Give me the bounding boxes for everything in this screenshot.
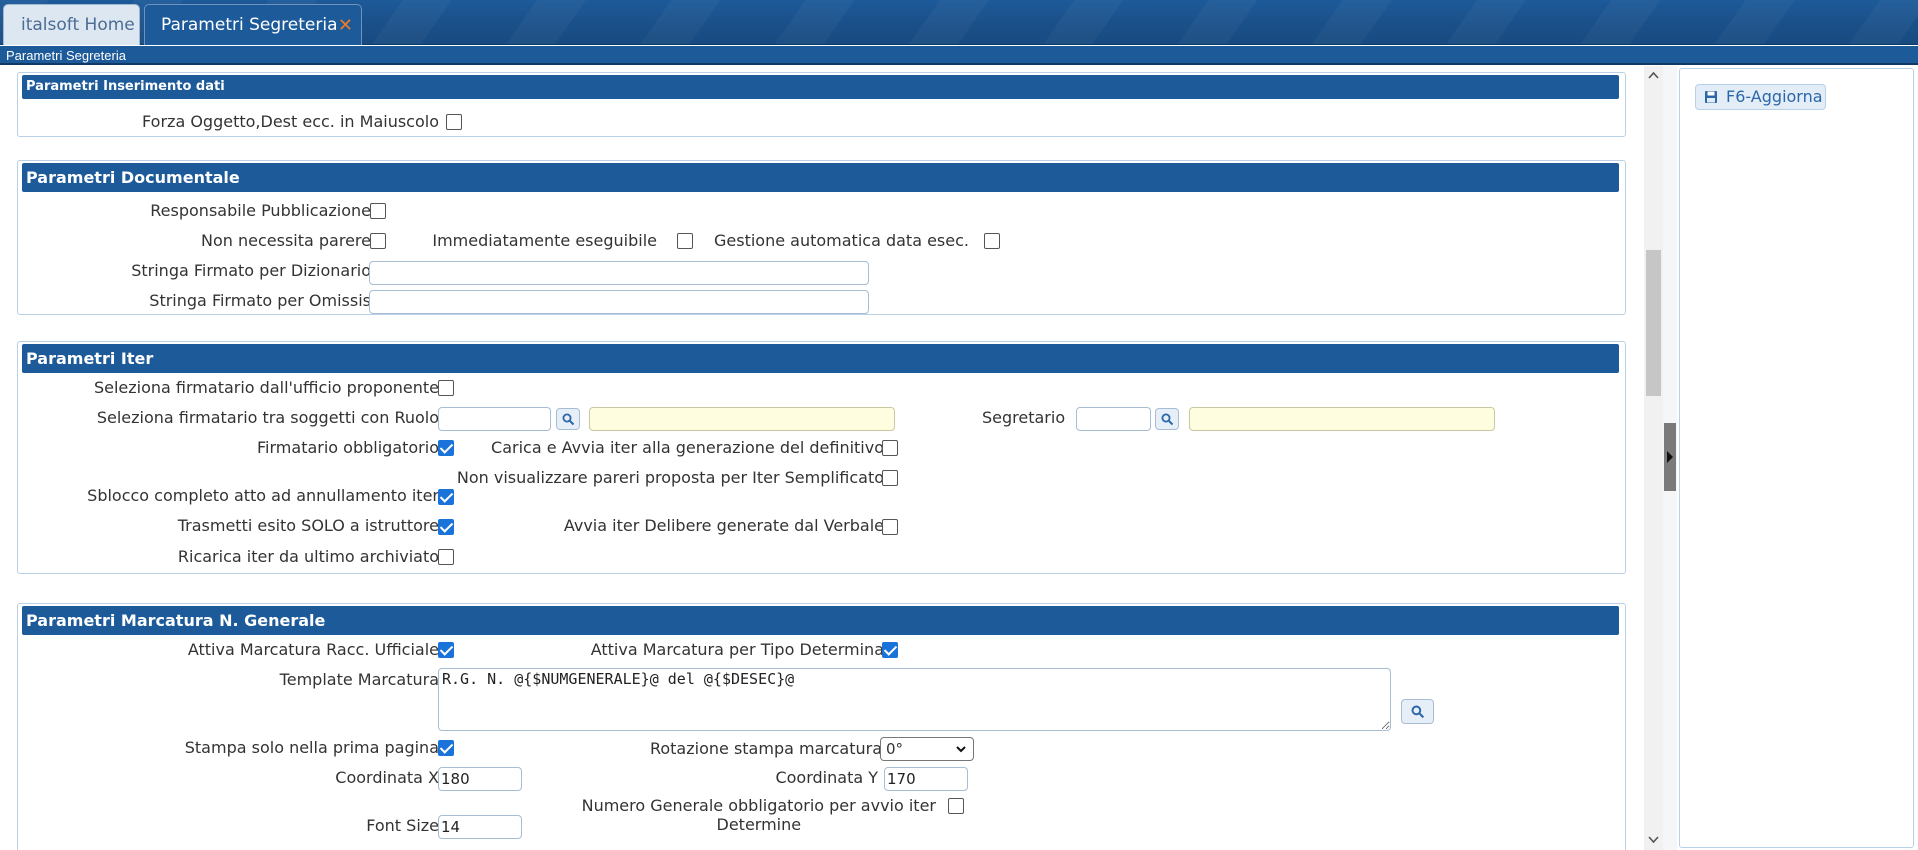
non-parere-label: Non necessita parere: [201, 231, 371, 250]
search-icon: [562, 413, 575, 426]
attiva-racc-checkbox[interactable]: [438, 642, 454, 658]
template-textarea[interactable]: R.G. N. @{$NUMGENERALE}@ del @{$DESEC}@: [438, 668, 1391, 731]
section-iter: Parametri Iter Seleziona firmatario dall…: [17, 341, 1626, 574]
segretario-code-input[interactable]: [1076, 407, 1151, 431]
tab-bar: italsoft Home Parametri Segreteria ✕: [0, 0, 1918, 45]
actions-panel: F6-Aggiorna: [1679, 68, 1914, 848]
coord-x-input[interactable]: [438, 767, 522, 791]
carica-avvia-checkbox[interactable]: [882, 440, 898, 456]
non-visualizzare-checkbox[interactable]: [882, 470, 898, 486]
rotazione-select[interactable]: 0°: [880, 737, 974, 761]
carica-avvia-label: Carica e Avvia iter alla generazione del…: [491, 438, 884, 457]
firmato-diz-input[interactable]: [369, 261, 869, 285]
segretario-search-button[interactable]: [1155, 408, 1179, 430]
firmato-om-label: Stringa Firmato per Omissis: [149, 291, 371, 310]
tab-italsoft-home[interactable]: italsoft Home: [3, 4, 140, 45]
section-title: Parametri Documentale: [22, 163, 1619, 192]
segretario-desc-field: [1189, 407, 1495, 431]
forza-maiuscolo-checkbox[interactable]: [446, 114, 462, 130]
immediatamente-label: Immediatamente eseguibile: [432, 231, 657, 250]
scroll-down-icon[interactable]: [1648, 834, 1659, 845]
seleziona-ufficio-label: Seleziona firmatario dall'ufficio propon…: [93, 378, 439, 397]
main-content: Parametri Inserimento dati Forza Oggetto…: [0, 66, 1644, 850]
attiva-tipo-label: Attiva Marcatura per Tipo Determina: [590, 640, 884, 659]
tab-parametri-segreteria[interactable]: Parametri Segreteria ✕: [144, 4, 362, 45]
avvia-delibere-label: Avvia iter Delibere generate dal Verbale: [563, 516, 884, 535]
num-gen-label-line2: Determine: [716, 815, 802, 834]
gestione-label: Gestione automatica data esec.: [714, 231, 969, 250]
attiva-racc-label: Attiva Marcatura Racc. Ufficiale: [187, 640, 439, 659]
immediatamente-checkbox[interactable]: [677, 233, 693, 249]
firmato-om-input[interactable]: [369, 290, 869, 314]
stampa-prima-checkbox[interactable]: [438, 740, 454, 756]
coord-y-input[interactable]: [884, 767, 968, 791]
search-icon: [1411, 705, 1425, 719]
stampa-prima-label: Stampa solo nella prima pagina: [184, 738, 439, 757]
section-inserimento: Parametri Inserimento dati Forza Oggetto…: [17, 72, 1626, 137]
firmato-diz-label: Stringa Firmato per Dizionario: [131, 261, 371, 280]
ruolo-search-button[interactable]: [556, 408, 580, 430]
tab-home-label: italsoft Home: [21, 15, 135, 35]
section-title: Parametri Inserimento dati: [22, 75, 1619, 99]
non-parere-checkbox[interactable]: [370, 233, 386, 249]
sblocco-checkbox[interactable]: [438, 489, 454, 505]
ruolo-desc-field: [589, 407, 895, 431]
coord-x-label: Coordinata X: [335, 768, 439, 787]
chevron-down-icon: [955, 738, 967, 766]
seleziona-ufficio-checkbox[interactable]: [438, 380, 454, 396]
scroll-up-icon[interactable]: [1648, 70, 1659, 81]
avvia-delibere-checkbox[interactable]: [882, 519, 898, 535]
section-marcatura: Parametri Marcatura N. Generale Attiva M…: [17, 603, 1626, 850]
attiva-tipo-checkbox[interactable]: [882, 642, 898, 658]
section-documentale: Parametri Documentale Responsabile Pubbl…: [17, 160, 1626, 315]
collapse-handle-icon[interactable]: [1664, 423, 1676, 491]
coord-y-label: Coordinata Y: [775, 768, 878, 787]
trasmetti-label: Trasmetti esito SOLO a istruttore: [177, 516, 439, 535]
template-label: Template Marcatura: [279, 670, 439, 689]
panel-splitter: [1663, 66, 1677, 850]
num-gen-label: Numero Generale obbligatorio per avvio i…: [582, 796, 936, 834]
save-icon: [1705, 91, 1717, 103]
responsabile-label: Responsabile Pubblicazione: [150, 201, 371, 220]
forza-maiuscolo-label: Forza Oggetto,Dest ecc. in Maiuscolo: [142, 112, 439, 131]
non-visualizzare-label: Non visualizzare pareri proposta per Ite…: [456, 468, 884, 487]
gestione-checkbox[interactable]: [984, 233, 1000, 249]
section-title: Parametri Iter: [22, 344, 1619, 373]
font-size-label: Font Size: [366, 816, 439, 835]
aggiorna-label: F6-Aggiorna: [1726, 87, 1823, 106]
page-title: Parametri Segreteria: [0, 46, 1918, 65]
rotazione-label: Rotazione stampa marcatura: [649, 739, 882, 758]
seleziona-ruolo-label: Seleziona firmatario tra soggetti con Ru…: [96, 408, 439, 427]
trasmetti-checkbox[interactable]: [438, 519, 454, 535]
ricarica-checkbox[interactable]: [438, 549, 454, 565]
close-icon[interactable]: ✕: [338, 15, 353, 36]
num-gen-label-line1: Numero Generale obbligatorio per avvio i…: [581, 796, 936, 815]
section-title: Parametri Marcatura N. Generale: [22, 606, 1619, 635]
ruolo-code-input[interactable]: [438, 407, 551, 431]
segretario-label: Segretario: [982, 408, 1066, 427]
firmatario-obbl-checkbox[interactable]: [438, 440, 454, 456]
num-gen-checkbox[interactable]: [948, 798, 964, 814]
search-icon: [1161, 413, 1174, 426]
tab-active-label: Parametri Segreteria: [161, 15, 338, 35]
ricarica-label: Ricarica iter da ultimo archiviato: [177, 547, 439, 566]
template-search-button[interactable]: [1401, 699, 1434, 724]
main-scrollbar[interactable]: [1644, 66, 1663, 850]
aggiorna-button[interactable]: F6-Aggiorna: [1695, 84, 1826, 110]
sblocco-label: Sblocco completo atto ad annullamento it…: [87, 486, 439, 505]
font-size-input[interactable]: [438, 815, 522, 839]
responsabile-checkbox[interactable]: [370, 203, 386, 219]
firmatario-obbl-label: Firmatario obbligatorio: [257, 438, 439, 457]
rotazione-value: 0°: [886, 740, 904, 758]
scrollbar-thumb[interactable]: [1646, 250, 1661, 396]
